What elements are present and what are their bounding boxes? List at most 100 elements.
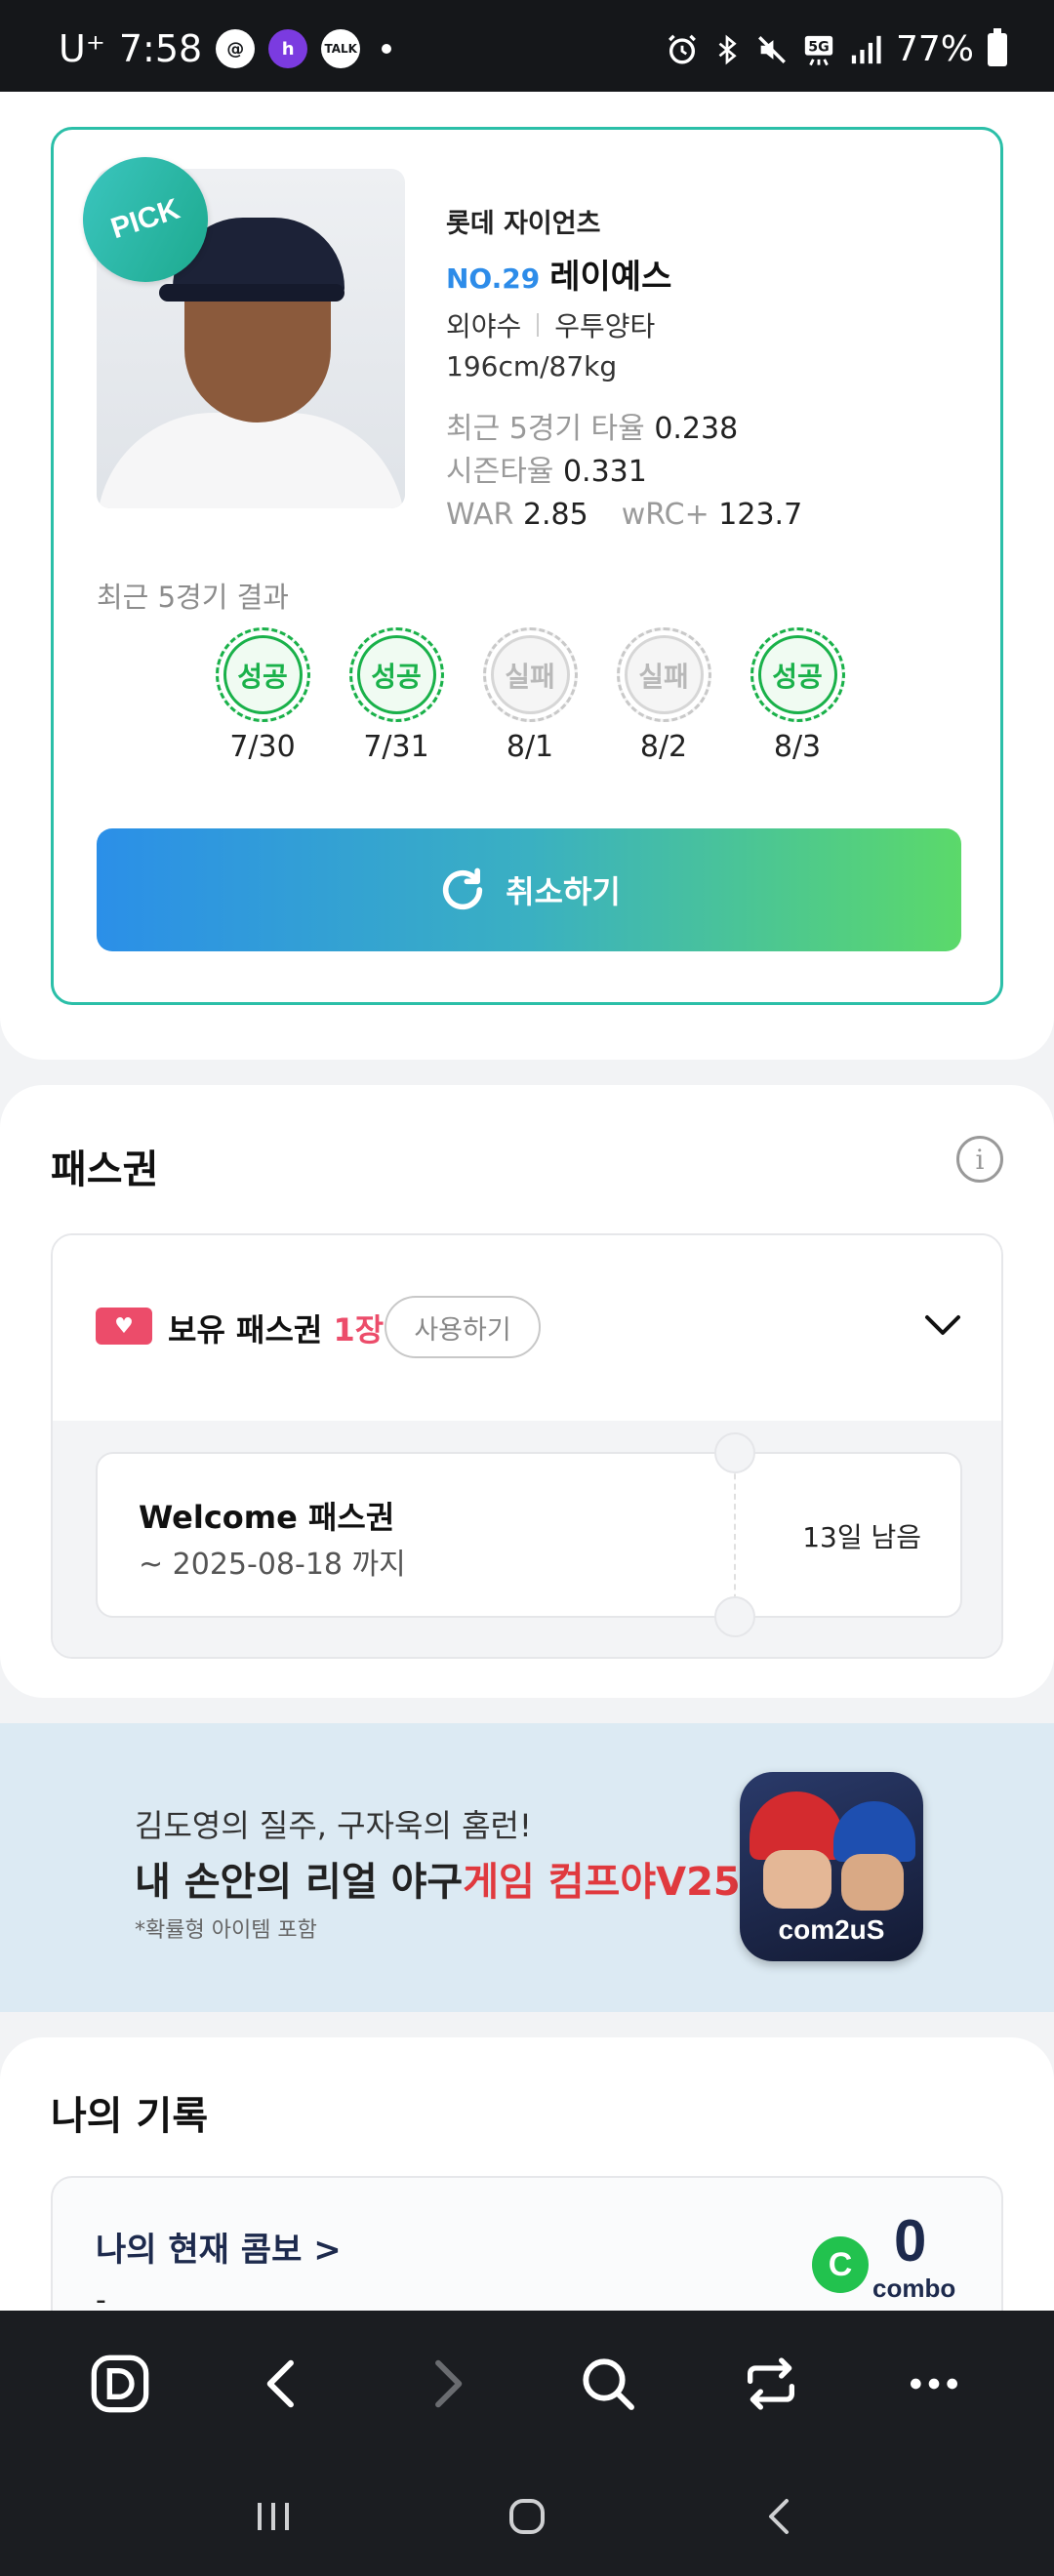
player-position: 외야수 — [446, 310, 522, 342]
cancel-pick-button[interactable]: 취소하기 — [97, 828, 961, 951]
search-icon — [583, 2358, 635, 2410]
owned-pass-label: 보유 패스권 1장 — [168, 1306, 384, 1350]
success-stamp: 성공 — [215, 627, 310, 722]
player-position-line: 외야수 우투양타 — [446, 305, 802, 344]
bluetooth-icon — [718, 34, 737, 64]
season-avg-value: 0.331 — [562, 455, 647, 489]
daum-home-button[interactable] — [76, 2340, 164, 2428]
combo-unit: combo — [872, 2274, 956, 2303]
forward-button[interactable] — [402, 2340, 490, 2428]
ad-line2: 내 손안의 리얼 야구게임 컴프야V25 — [135, 1850, 741, 1907]
thread-icon: @ — [216, 29, 256, 68]
ticket-name: Welcome 패스권 — [139, 1499, 395, 1536]
pass-header[interactable]: ♥ 보유 패스권 1장 사용하기 — [53, 1235, 1001, 1421]
records-section: 나의 기록 나의 현재 콤보 > - C 0 combo — [0, 2037, 1054, 2371]
system-nav-bar — [0, 2457, 1054, 2576]
result-item: 실패 8/1 — [482, 627, 578, 764]
war-label: WAR — [446, 498, 514, 532]
signal-icon — [851, 35, 881, 63]
ticket-notch — [714, 1596, 755, 1637]
battery-percent: 77% — [895, 29, 974, 69]
pass-ticket[interactable]: Welcome 패스권 ~ 2025-08-18 까지 13일 남음 — [96, 1432, 962, 1637]
wrc-label: wRC+ — [621, 498, 709, 532]
result-item: 성공 7/31 — [348, 627, 444, 764]
use-pass-button[interactable]: 사용하기 — [385, 1296, 541, 1358]
result-item: 성공 7/30 — [215, 627, 310, 764]
daum-icon — [91, 2355, 149, 2413]
team-name: 롯데 자이언츠 — [446, 209, 601, 239]
browser-toolbar — [0, 2311, 1054, 2457]
result-date: 7/30 — [229, 730, 296, 764]
refresh-icon — [442, 867, 483, 910]
more-notifications-icon — [382, 44, 392, 54]
result-date: 8/2 — [639, 730, 688, 764]
ad-banner[interactable]: 김도영의 질주, 구자욱의 홈런! 내 손안의 리얼 야구게임 컴프야V25 *… — [0, 1723, 1054, 2012]
owned-pass-count: 1장 — [333, 1311, 385, 1348]
ticket-heart-icon: ♥ — [96, 1308, 152, 1345]
back-button[interactable] — [239, 2340, 327, 2428]
war-value: 2.85 — [522, 498, 588, 532]
more-button[interactable] — [890, 2340, 978, 2428]
ticket-days-left: 13일 남음 — [802, 1521, 921, 1553]
result-date: 7/31 — [363, 730, 429, 764]
search-button[interactable] — [564, 2340, 652, 2428]
combo-title: 나의 현재 콤보 > — [96, 2231, 342, 2270]
success-stamp: 성공 — [750, 627, 845, 722]
system-back-button[interactable] — [742, 2477, 820, 2556]
result-date: 8/1 — [506, 730, 554, 764]
chevron-left-icon — [266, 2359, 294, 2408]
pick-section: PICK 롯데 자이언츠 NO.29 레이예스 외야수 우투양타 196cm/87… — [0, 92, 1054, 1060]
recent-avg-label: 최근 5경기 타율 — [446, 412, 645, 446]
h-app-icon: h — [268, 29, 308, 68]
cancel-button-label: 취소하기 — [506, 873, 621, 910]
pass-section: 패스권 i ♥ 보유 패스권 1장 사용하기 Welcome 패스권 ~ 202… — [0, 1085, 1054, 1698]
chevron-down-icon[interactable] — [923, 1311, 962, 1341]
player-card: PICK 롯데 자이언츠 NO.29 레이예스 외야수 우투양타 196cm/87… — [51, 127, 1003, 1005]
pass-section-title: 패스권 — [51, 1147, 159, 1192]
battery-icon — [988, 27, 1007, 66]
divider — [537, 313, 540, 337]
ad-line2-highlight: 게임 컴프야V25 — [463, 1860, 741, 1905]
fail-stamp: 실패 — [616, 627, 711, 722]
player-bats: 우투양타 — [554, 310, 656, 342]
ticket-notch — [714, 1432, 755, 1473]
home-button[interactable] — [488, 2477, 566, 2556]
status-bar: U⁺ 7:58 @ h TALK 5G 77% — [0, 0, 1054, 92]
recent-results-list: 성공 7/30 성공 7/31 실패 8/1 실패 8/2 성공 8/3 — [54, 627, 1006, 764]
player-name-line: NO.29 레이예스 — [446, 250, 802, 298]
records-title: 나의 기록 — [51, 2094, 209, 2139]
result-item: 실패 8/2 — [616, 627, 711, 764]
back-icon — [769, 2499, 789, 2534]
recent-apps-icon — [258, 2503, 289, 2530]
app-brand: com2uS — [778, 1914, 885, 1945]
pass-box: ♥ 보유 패스권 1장 사용하기 Welcome 패스권 ~ 2025-08-1… — [51, 1233, 1003, 1659]
ticket-perforation — [734, 1464, 736, 1610]
switch-tabs-icon — [747, 2357, 794, 2410]
recent-avg-value: 0.238 — [654, 412, 739, 446]
ad-line1: 김도영의 질주, 구자욱의 홈런! — [135, 1807, 532, 1844]
season-avg-label: 시즌타율 — [446, 455, 554, 489]
tabs-button[interactable] — [727, 2340, 815, 2428]
player-info: 롯데 자이언츠 NO.29 레이예스 외야수 우투양타 196cm/87kg 최근… — [446, 202, 802, 537]
recent-results-label: 최근 5경기 결과 — [97, 581, 289, 614]
home-icon — [509, 2499, 545, 2534]
player-name: 레이예스 — [549, 258, 672, 297]
alarm-icon — [669, 34, 696, 63]
ad-line2-main: 내 손안의 리얼 야구 — [135, 1860, 464, 1905]
clock: 7:58 — [118, 27, 203, 70]
recent-apps-button[interactable] — [234, 2477, 312, 2556]
combo-value: 0 — [894, 2208, 927, 2274]
fail-stamp: 실패 — [482, 627, 578, 722]
svg-text:5G: 5G — [808, 39, 829, 55]
player-body: 196cm/87kg — [446, 350, 618, 382]
owned-pass-text: 보유 패스권 — [168, 1311, 323, 1348]
result-item: 성공 8/3 — [750, 627, 845, 764]
mute-icon — [758, 35, 786, 63]
ad-disclaimer: *확률형 아이템 포함 — [135, 1918, 317, 1943]
combo-badge-icon: C — [812, 2236, 869, 2293]
game-app-icon: com2uS — [740, 1772, 923, 1961]
5g-icon: 5G — [804, 35, 833, 65]
info-icon[interactable]: i — [956, 1136, 1003, 1183]
pass-list: Welcome 패스권 ~ 2025-08-18 까지 13일 남음 — [53, 1421, 1001, 1657]
player-number: NO.29 — [446, 262, 541, 295]
